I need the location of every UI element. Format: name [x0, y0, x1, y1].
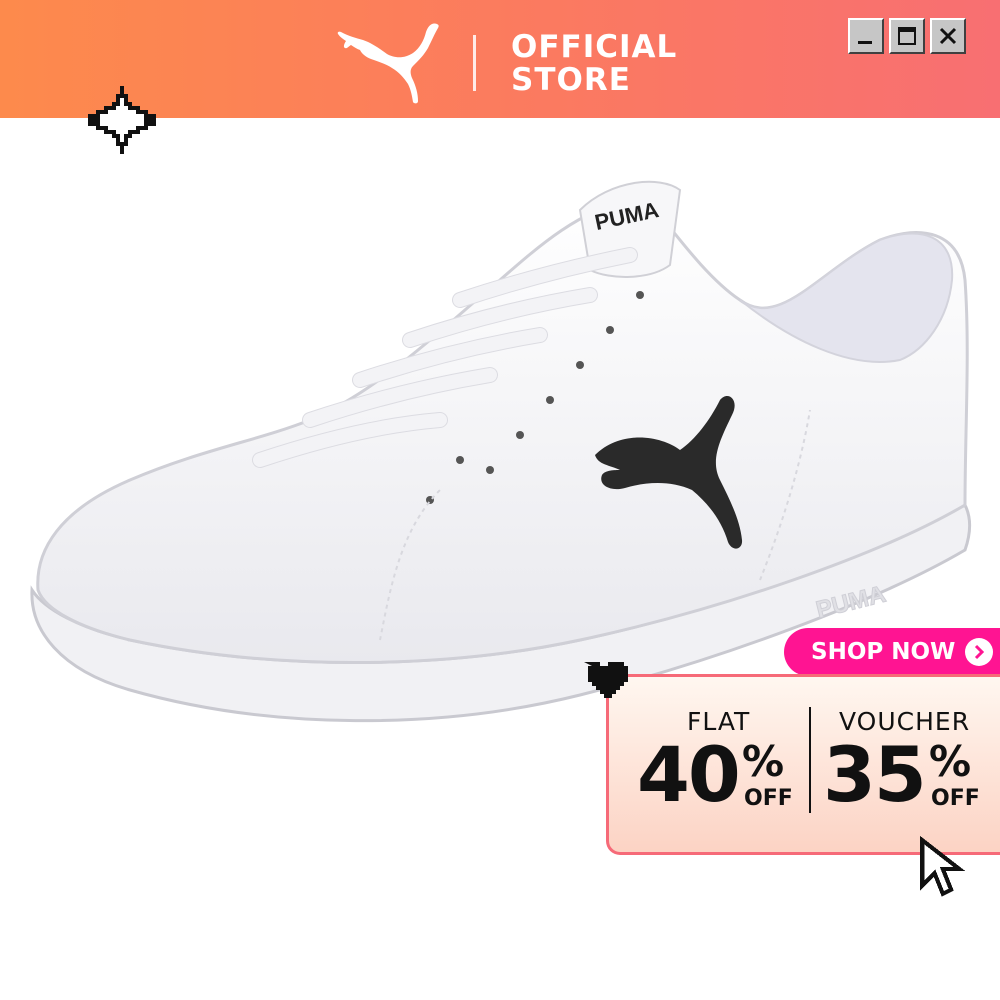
voucher-off: OFF — [931, 786, 980, 811]
close-icon — [939, 27, 957, 45]
promo-divider — [809, 707, 811, 813]
maximize-icon — [898, 27, 916, 45]
close-button[interactable] — [930, 18, 966, 54]
flat-off: OFF — [744, 786, 793, 811]
shop-now-label: SHOP NOW — [811, 639, 956, 665]
window-controls — [848, 18, 966, 54]
flat-percent: % — [742, 737, 785, 786]
flat-value: 40 — [637, 730, 741, 819]
voucher-percent: % — [929, 737, 972, 786]
store-line-2: STORE — [511, 62, 631, 98]
store-line-1: OFFICIAL — [511, 29, 678, 65]
official-store-label: OFFICIAL STORE — [511, 32, 677, 96]
discount-panel: FLAT 40 % OFF VOUCHER 35 % OFF — [606, 674, 1000, 855]
puma-logo-icon — [337, 23, 439, 104]
maximize-button[interactable] — [889, 18, 925, 54]
pixel-cursor-icon — [920, 836, 966, 897]
voucher-value: 35 — [823, 730, 927, 819]
chevron-right-icon — [965, 638, 994, 666]
sparkle-icon — [88, 86, 156, 154]
shop-now-button[interactable]: SHOP NOW — [784, 628, 1000, 676]
header-divider — [473, 35, 476, 91]
minimize-icon — [858, 41, 872, 44]
minimize-button[interactable] — [848, 18, 884, 54]
pixel-heart-icon — [584, 662, 628, 698]
